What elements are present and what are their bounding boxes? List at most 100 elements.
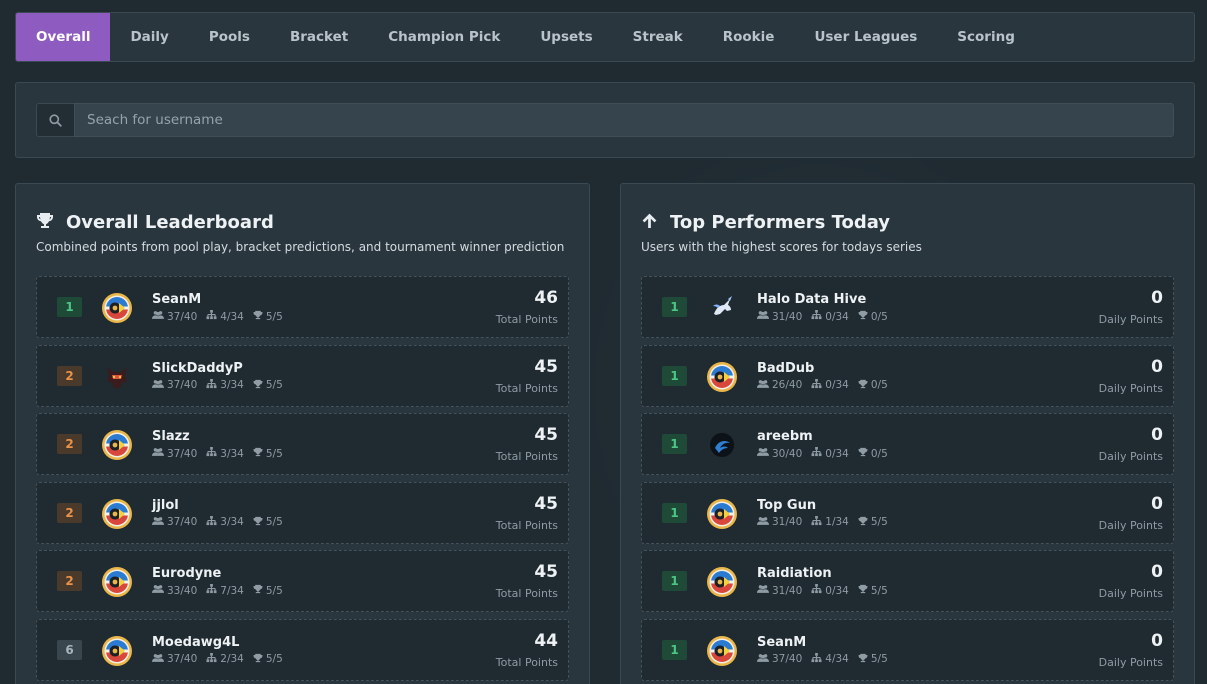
rank-badge: 2 xyxy=(57,365,82,386)
username[interactable]: jjlol xyxy=(152,498,179,513)
avatar xyxy=(706,566,738,598)
search-input[interactable] xyxy=(74,103,1174,137)
bracket-value: 0/34 xyxy=(825,310,849,323)
tab-overall[interactable]: Overall xyxy=(16,13,111,61)
table-row[interactable]: 1 BadDub 26/40 0/34 0/5 0 Daily Points xyxy=(641,344,1174,407)
table-row[interactable]: 1 Raidiation 31/40 0/34 5/5 0 Daily Points xyxy=(641,550,1174,612)
users-icon xyxy=(757,447,772,460)
table-row[interactable]: 2 SlickDaddyP 37/40 3/34 5/5 45 Total Points xyxy=(36,344,569,407)
table-row[interactable]: 2 jjlol 37/40 3/34 5/5 45 Total Points xyxy=(36,481,569,544)
table-row[interactable]: 6 Moedawg4L 37/40 2/34 5/5 44 Total Points xyxy=(36,618,569,681)
trophy-icon xyxy=(253,516,266,529)
rank-badge: 1 xyxy=(662,639,687,660)
trophy-value: 5/5 xyxy=(870,516,888,528)
table-row[interactable]: 1 areebm 30/40 0/34 0/5 0 Daily Points xyxy=(641,413,1174,475)
avatar xyxy=(706,498,738,530)
table-row[interactable]: 1 SeanM 37/40 4/34 5/5 46 Total Points xyxy=(36,276,569,338)
halo-badge-avatar xyxy=(101,498,133,534)
trophy-stat: 5/5 xyxy=(253,379,283,392)
table-row[interactable]: 1 Top Gun 31/40 1/34 5/5 0 Daily Points xyxy=(641,481,1174,544)
user-stats: 33/40 7/34 5/5 xyxy=(152,584,292,597)
halo-badge-avatar xyxy=(706,635,738,671)
username[interactable]: SeanM xyxy=(757,635,806,650)
pool-value: 26/40 xyxy=(772,379,803,391)
panel-header: Top Performers Today xyxy=(641,212,890,233)
rank-badge: 2 xyxy=(57,434,82,454)
table-row[interactable]: 1 Halo Data Hive 31/40 0/34 0/5 0 Daily Points xyxy=(641,276,1174,338)
bracket-stat: 1/34 xyxy=(811,515,849,529)
tab-pools[interactable]: Pools xyxy=(189,13,270,61)
trophy-icon xyxy=(858,653,871,666)
arrow-up-icon xyxy=(641,212,658,233)
pool-stat: 31/40 xyxy=(757,516,802,529)
username[interactable]: SeanM xyxy=(152,292,201,307)
tab-champion-pick[interactable]: Champion Pick xyxy=(368,13,520,61)
trophy-stat: 5/5 xyxy=(858,653,888,666)
bracket-stat: 0/34 xyxy=(811,378,849,392)
avatar xyxy=(706,635,738,667)
username[interactable]: Moedawg4L xyxy=(152,635,239,650)
pool-value: 31/40 xyxy=(772,584,803,597)
username[interactable]: Slazz xyxy=(152,429,190,444)
trophy-stat: 5/5 xyxy=(858,516,888,529)
bracket-stat: 3/34 xyxy=(206,515,244,529)
username[interactable]: SlickDaddyP xyxy=(152,361,243,376)
bracket-icon xyxy=(811,378,825,392)
users-icon xyxy=(152,584,167,597)
table-row[interactable]: 2 Eurodyne 33/40 7/34 5/5 45 Total Points xyxy=(36,550,569,612)
username[interactable]: BadDub xyxy=(757,361,814,376)
tab-user-leagues[interactable]: User Leagues xyxy=(794,13,937,61)
trophy-stat: 5/5 xyxy=(253,447,283,460)
pool-value: 37/40 xyxy=(772,653,803,665)
bracket-value: 0/34 xyxy=(825,447,849,460)
points-label: Total Points xyxy=(495,313,558,326)
points-label: Daily Points xyxy=(1098,655,1163,669)
points-value: 45 xyxy=(534,493,558,514)
avatar xyxy=(101,498,133,530)
trophy-icon xyxy=(253,584,266,597)
tab-bracket[interactable]: Bracket xyxy=(270,13,368,61)
trophy-stat: 0/5 xyxy=(858,310,888,323)
tab-scoring[interactable]: Scoring xyxy=(937,13,1035,61)
trophy-stat: 5/5 xyxy=(253,584,283,597)
points-value: 0 xyxy=(1151,630,1163,651)
bracket-value: 1/34 xyxy=(825,516,849,528)
trophy-icon xyxy=(858,310,871,323)
tab-rookie[interactable]: Rookie xyxy=(703,13,795,61)
search-icon xyxy=(36,103,74,137)
unicorn-avatar xyxy=(706,296,738,328)
username[interactable]: Eurodyne xyxy=(152,566,221,581)
user-stats: 37/40 4/34 5/5 xyxy=(757,652,897,666)
user-stats: 26/40 0/34 0/5 xyxy=(757,378,897,392)
bracket-icon xyxy=(811,447,825,460)
trophy-stat: 5/5 xyxy=(253,516,283,529)
bracket-icon xyxy=(206,310,220,323)
trophy-icon xyxy=(253,447,266,460)
trophy-value: 5/5 xyxy=(265,447,283,460)
trophy-stat: 0/5 xyxy=(858,447,888,460)
table-row[interactable]: 2 Slazz 37/40 3/34 5/5 45 Total Points xyxy=(36,413,569,475)
user-stats: 31/40 1/34 5/5 xyxy=(757,515,897,529)
username[interactable]: Raidiation xyxy=(757,566,832,581)
username[interactable]: Halo Data Hive xyxy=(757,292,866,307)
bracket-stat: 3/34 xyxy=(206,447,244,460)
trophy-value: 0/5 xyxy=(870,447,888,460)
points-label: Total Points xyxy=(495,587,558,600)
rank-badge: 1 xyxy=(662,365,687,386)
bracket-value: 3/34 xyxy=(220,447,244,460)
tab-streak[interactable]: Streak xyxy=(613,13,703,61)
username[interactable]: areebm xyxy=(757,429,813,444)
username[interactable]: Top Gun xyxy=(757,498,816,513)
users-icon xyxy=(152,447,167,460)
bracket-stat: 2/34 xyxy=(206,652,244,666)
avatar xyxy=(101,635,133,667)
tab-daily[interactable]: Daily xyxy=(110,13,188,61)
trophy-icon xyxy=(253,310,266,323)
tab-upsets[interactable]: Upsets xyxy=(520,13,612,61)
pool-stat: 37/40 xyxy=(152,379,197,392)
user-stats: 30/40 0/34 0/5 xyxy=(757,447,897,460)
trophy-stat: 0/5 xyxy=(858,379,888,392)
points-value: 0 xyxy=(1151,493,1163,514)
table-row[interactable]: 1 SeanM 37/40 4/34 5/5 0 Daily Points xyxy=(641,618,1174,681)
bracket-icon xyxy=(811,652,825,666)
